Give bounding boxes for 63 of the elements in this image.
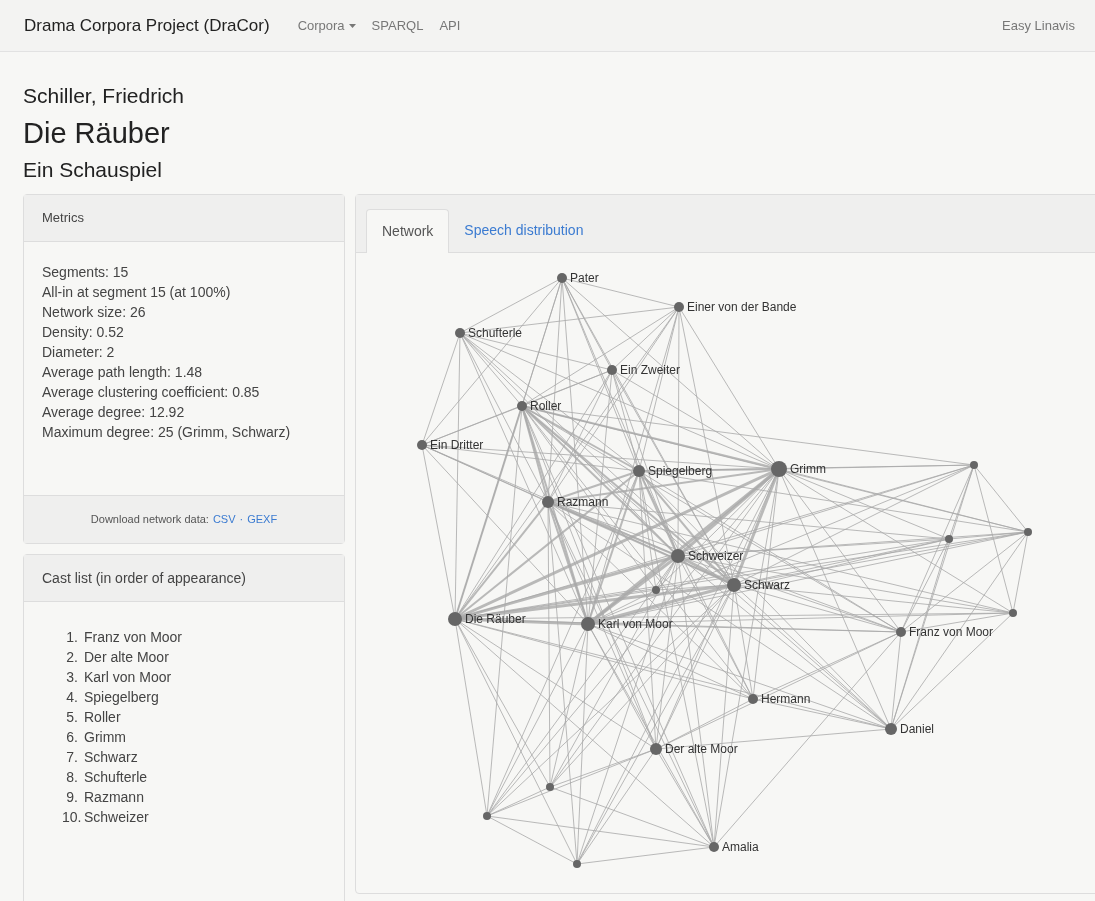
node-label: Karl von Moor <box>598 617 673 631</box>
list-number: 2. <box>65 648 79 667</box>
list-number: 1. <box>65 628 79 647</box>
node-label: Ein Dritter <box>430 438 484 452</box>
node-label: Roller <box>530 399 562 413</box>
cast-name: Schwarz <box>84 748 138 767</box>
list-number: 10. <box>62 808 83 827</box>
download-label: Download network data: <box>90 512 209 528</box>
cast-name: Franz von Moor <box>84 628 183 647</box>
cast-name: Razmann <box>84 788 144 807</box>
node-label: Spiegelberg <box>648 464 713 478</box>
list-number: 6. <box>65 728 79 747</box>
cast-name: Grimm <box>84 728 126 747</box>
metric-text: Maximum degree: 25 (Grimm, Schwarz) <box>42 423 292 442</box>
csv-link[interactable]: CSV <box>212 511 236 528</box>
cast-name: Der alte Moor <box>84 648 169 667</box>
cast-heading: Cast list (in order of appearance) <box>24 555 344 602</box>
metric-text: Average clustering coefficient: 0.85 <box>42 383 261 402</box>
separator-dot: · <box>239 512 244 528</box>
node-label: Pater <box>570 271 599 285</box>
node-label: Schufterle <box>468 326 523 340</box>
list-number: 4. <box>65 688 79 707</box>
nav-link[interactable]: SPARQL <box>371 15 424 36</box>
nav-link[interactable]: API <box>439 15 461 36</box>
cast-name: Roller <box>84 708 121 727</box>
metric-text: Network size: 26 <box>42 303 147 322</box>
node-label: Amalia <box>722 840 759 854</box>
list-number: 9. <box>65 788 79 807</box>
tab[interactable]: Speech distribution <box>449 208 599 252</box>
play-subtitle: Ein Schauspiel <box>23 157 163 183</box>
list-number: 5. <box>65 708 79 727</box>
gexf-link[interactable]: GEXF <box>247 511 278 528</box>
brand-link[interactable]: Drama Corpora Project (DraCor) <box>24 12 270 39</box>
node-label: Die Räuber <box>465 612 526 626</box>
metrics-heading: Metrics <box>24 195 344 242</box>
node-label: Razmann <box>557 495 609 509</box>
play-title: Die Räuber <box>23 116 171 151</box>
list-number: 8. <box>65 768 79 787</box>
author-heading: Schiller, Friedrich <box>23 83 186 109</box>
cast-name: Karl von Moor <box>84 668 172 687</box>
nav-link[interactable]: Corpora <box>297 15 356 36</box>
node-label: Hermann <box>761 692 811 706</box>
cast-name: Schweizer <box>84 808 149 827</box>
node-label: Einer von der Bande <box>687 300 797 314</box>
metric-text: Segments: 15 <box>42 263 130 282</box>
node-label: Der alte Moor <box>665 742 738 756</box>
node-label: Schweizer <box>688 549 744 563</box>
metric-text: Diameter: 2 <box>42 343 116 362</box>
cast-name: Spiegelberg <box>84 688 159 707</box>
metric-text: All-in at segment 15 (at 100%) <box>42 283 232 302</box>
tab[interactable]: Network <box>366 209 450 253</box>
list-number: 7. <box>65 748 79 767</box>
node-label: Schwarz <box>744 578 790 592</box>
metric-text: Average path length: 1.48 <box>42 363 204 382</box>
cast-name: Schufterle <box>84 768 148 787</box>
node-label: Ein Zweiter <box>620 363 681 377</box>
node-label: Daniel <box>900 722 935 736</box>
node-label: Franz von Moor <box>909 625 994 639</box>
metric-text: Density: 0.52 <box>42 323 125 342</box>
list-number: 3. <box>65 668 79 687</box>
metric-text: Average degree: 12.92 <box>42 403 186 422</box>
node-label: Grimm <box>790 462 826 476</box>
nav-link[interactable]: Easy Linavis <box>1002 15 1075 36</box>
